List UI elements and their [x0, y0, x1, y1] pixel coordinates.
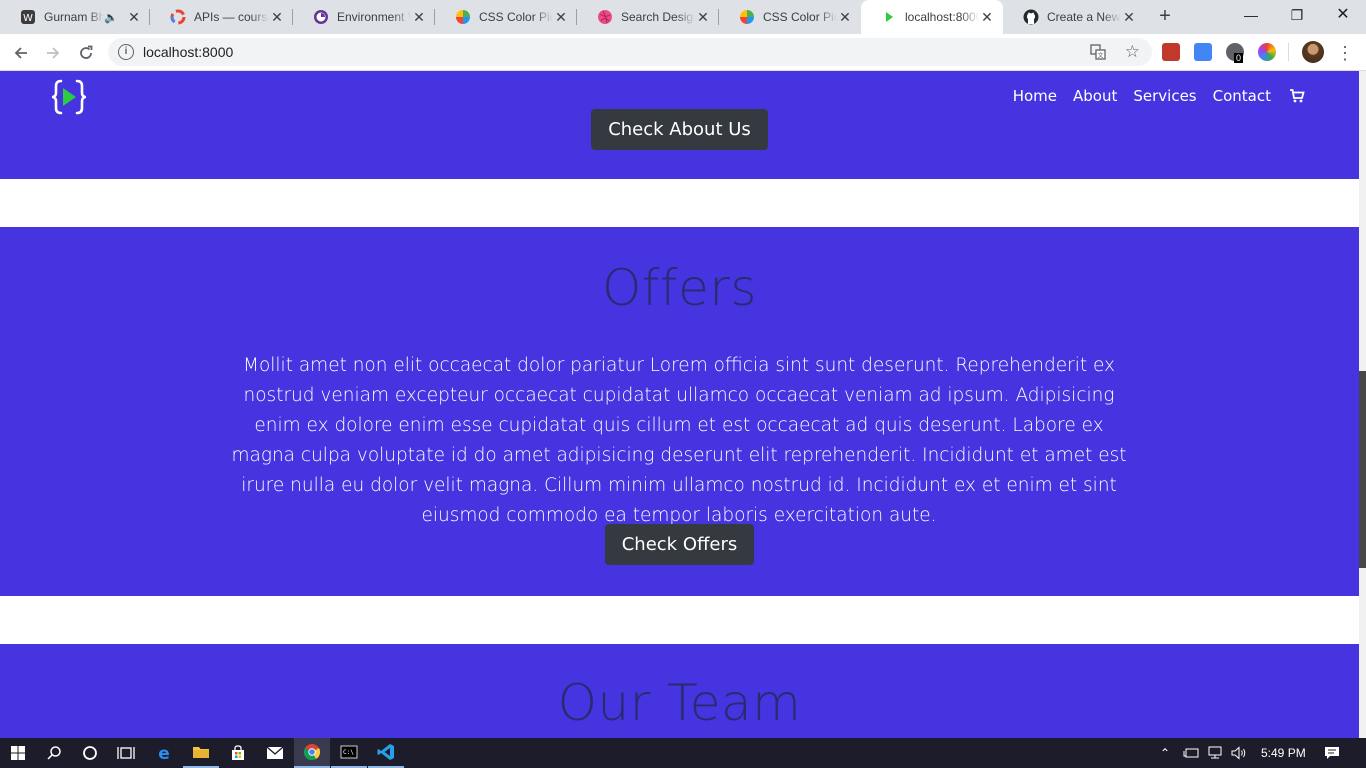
color-wheel-icon	[455, 9, 471, 25]
reload-button[interactable]	[73, 40, 99, 66]
offers-text: Mollit amet non elit occaecat dolor pari…	[231, 355, 1127, 526]
colorful-c-icon	[170, 9, 186, 25]
tab-title: CSS Color Picker	[763, 10, 837, 24]
vscode-icon[interactable]	[368, 738, 404, 768]
action-center-icon[interactable]	[1324, 738, 1340, 768]
edge-icon[interactable]: e	[146, 738, 182, 768]
clock[interactable]: 5:49 PM	[1261, 738, 1306, 768]
windows-taskbar: e C:\ ⌃ 5:49 PM	[0, 738, 1366, 768]
file-explorer-icon[interactable]	[183, 738, 219, 768]
tab-create-repository[interactable]: Create a New Repository ✕	[1003, 0, 1145, 34]
svg-text:C:\: C:\	[343, 749, 354, 756]
tab-title: Create a New Repository	[1047, 10, 1121, 24]
team-section: Our Team	[0, 644, 1359, 738]
tray-device-icon[interactable]	[1183, 738, 1199, 768]
close-tab-icon[interactable]: ✕	[411, 9, 427, 25]
close-tab-icon[interactable]: ✕	[837, 9, 853, 25]
nav-services[interactable]: Services	[1133, 87, 1196, 105]
task-view-icon[interactable]	[108, 738, 144, 768]
tab-environment[interactable]: Environment Variables ✕	[293, 0, 435, 34]
info-icon[interactable]: i	[118, 44, 134, 60]
mail-icon[interactable]	[257, 738, 293, 768]
tab-title: Gurnam Bhullar	[44, 10, 105, 24]
address-bar[interactable]: i localhost:8000 文 ☆	[108, 38, 1152, 66]
windows-start-icon[interactable]	[0, 738, 36, 768]
close-tab-icon[interactable]: ✕	[553, 9, 569, 25]
tab-title: Environment Variables	[337, 10, 411, 24]
color-extension-icon[interactable]	[1258, 43, 1276, 61]
browser-tab-strip: W Gurnam Bhullar 🔈 ✕ APIs — course ✕ Env…	[0, 0, 1366, 34]
offers-section: Offers Mollit amet non elit occaecat dol…	[0, 227, 1359, 596]
tab-search-designs[interactable]: Search Designs ✕	[577, 0, 719, 34]
cart-icon[interactable]	[1289, 88, 1305, 104]
github-icon	[1023, 9, 1039, 25]
search-icon[interactable]	[36, 738, 72, 768]
new-tab-button[interactable]: +	[1153, 5, 1177, 29]
page-viewport: Home About Services Contact Check About …	[0, 71, 1366, 738]
page-scrollbar[interactable]	[1359, 71, 1366, 738]
url-text: localhost:8000	[143, 44, 234, 60]
tab-title: Search Designs	[621, 10, 695, 24]
nav-about[interactable]: About	[1073, 87, 1117, 105]
offers-title: Offers	[602, 259, 757, 317]
svg-text:W: W	[23, 13, 33, 24]
close-window-button[interactable]: ✕	[1320, 0, 1366, 30]
tab-css-color-picker-1[interactable]: CSS Color Picker ✕	[435, 0, 577, 34]
wordpress-icon: W	[20, 9, 36, 25]
browser-toolbar: i localhost:8000 文 ☆ 0 ⋮	[0, 34, 1366, 71]
terminal-icon[interactable]: C:\	[331, 738, 367, 768]
restore-button[interactable]: ❐	[1274, 0, 1320, 30]
translate-icon[interactable]: 文	[1090, 44, 1106, 65]
play-icon	[881, 9, 897, 25]
store-icon[interactable]	[220, 738, 256, 768]
check-offers-button[interactable]: Check Offers	[604, 524, 755, 565]
check-about-us-button[interactable]: Check About Us	[591, 109, 768, 150]
network-icon[interactable]	[1207, 738, 1223, 768]
forward-button[interactable]	[40, 40, 66, 66]
about-section-band: Home About Services Contact Check About …	[0, 71, 1359, 179]
close-tab-icon[interactable]: ✕	[1121, 9, 1137, 25]
scrollbar-thumb[interactable]	[1359, 371, 1366, 568]
tray-chevron-icon[interactable]: ⌃	[1160, 738, 1170, 768]
minimize-button[interactable]: —	[1228, 0, 1274, 30]
tab-localhost[interactable]: localhost:8000 ✕	[861, 0, 1003, 34]
tab-gurnam[interactable]: W Gurnam Bhullar 🔈 ✕	[0, 0, 150, 34]
tab-css-color-picker-2[interactable]: CSS Color Picker ✕	[719, 0, 861, 34]
close-tab-icon[interactable]: ✕	[979, 9, 995, 25]
dribbble-icon	[597, 9, 613, 25]
tab-title: APIs — course	[194, 10, 269, 24]
svg-text:文: 文	[1097, 52, 1103, 60]
svg-text:e: e	[158, 744, 170, 762]
nav-home[interactable]: Home	[1013, 87, 1057, 105]
gatsby-icon	[313, 9, 329, 25]
close-tab-icon[interactable]: ✕	[269, 9, 285, 25]
tab-apis[interactable]: APIs — course ✕	[150, 0, 293, 34]
tab-title: CSS Color Picker	[479, 10, 553, 24]
google-translate-extension-icon[interactable]	[1194, 43, 1212, 61]
extension-gray-icon[interactable]: 0	[1226, 43, 1244, 63]
color-wheel-icon	[739, 9, 755, 25]
back-button[interactable]	[8, 40, 34, 66]
tab-title: localhost:8000	[905, 10, 979, 24]
close-tab-icon[interactable]: ✕	[695, 9, 711, 25]
bookmark-star-icon[interactable]: ☆	[1125, 42, 1140, 62]
close-tab-icon[interactable]: ✕	[126, 9, 142, 25]
page-content: Home About Services Contact Check About …	[0, 71, 1359, 738]
chrome-taskbar-icon[interactable]	[294, 738, 330, 768]
nav-links: Home About Services Contact	[1013, 87, 1305, 105]
nav-contact[interactable]: Contact	[1213, 87, 1271, 105]
menu-kebab-icon[interactable]: ⋮	[1332, 40, 1358, 66]
speaker-icon[interactable]: 🔈	[104, 11, 118, 24]
volume-icon[interactable]	[1231, 738, 1247, 768]
profile-avatar[interactable]	[1302, 41, 1324, 63]
cortana-icon[interactable]	[72, 738, 108, 768]
extension-red-icon[interactable]	[1162, 43, 1180, 61]
extension-badge: 0	[1234, 53, 1244, 63]
team-title: Our Team	[557, 674, 802, 732]
